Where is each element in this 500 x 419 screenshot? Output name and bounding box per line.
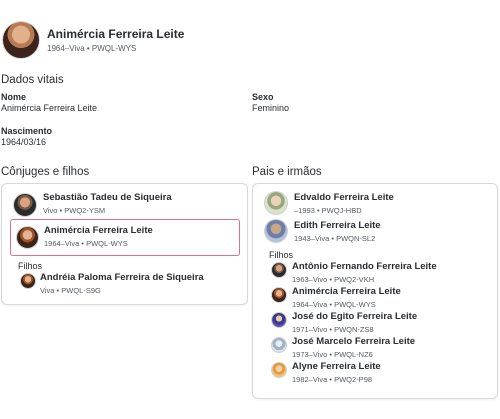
sibling-sub: 1963–Vivo • PWQ2-VKH [292,275,375,284]
spouse-avatar [13,193,37,217]
father-avatar [264,191,288,215]
sibling-entry[interactable]: Alyne Ferreira Leite 1982–Viva • PWQ2-P9… [292,361,381,384]
self-avatar [16,226,39,249]
sibling-sub: 1982–Viva • PWQ2-P98 [292,375,373,384]
sibling-sub: 1971–Vivo • PWQN-ZS8 [292,325,374,334]
spouses-title: Cônjuges e filhos [1,166,90,178]
spouse-children-label: Filhos [18,261,43,271]
spouse-entry[interactable]: Sebastião Tadeu de Siqueira Vivo • PWQ2-… [43,192,172,215]
sex-label: Sexo [252,92,274,102]
sibling-avatar [271,337,287,353]
sibling-avatar [271,287,287,303]
birth-label: Nascimento [1,126,53,136]
mother-sub: 1943–Viva • PWQN-SL2 [294,234,376,243]
father-entry[interactable]: Edvaldo Ferreira Leite –1993 • PWQJ-HBD [294,192,394,215]
name-value: Animércia Ferreira Leite [1,103,98,113]
sibling-avatar [271,362,287,378]
sibling-entry[interactable]: Animércia Ferreira Leite 1964–Viva • PWQ… [292,286,401,309]
mother-entry[interactable]: Edith Ferreira Leite 1943–Viva • PWQN-SL… [294,220,381,243]
sibling-entry[interactable]: José Marcelo Ferreira Leite 1973–Vivo • … [292,336,415,359]
mother-avatar [264,219,288,243]
person-subtitle: 1964–Viva • PWQL-WYS [47,44,137,53]
sibling-name[interactable]: José Marcelo Ferreira Leite [292,336,415,347]
sibling-name[interactable]: Antônio Fernando Ferreira Leite [292,261,437,272]
child-avatar [20,273,36,289]
mother-name[interactable]: Edith Ferreira Leite [294,220,381,231]
self-sub: 1964–Viva • PWQL-WYS [44,239,128,248]
sibling-entry[interactable]: José do Egito Ferreira Leite 1971–Vivo •… [292,311,417,334]
father-name[interactable]: Edvaldo Ferreira Leite [294,192,394,203]
sibling-sub: 1973–Vivo • PWQL-NZ6 [292,350,373,359]
child-name[interactable]: Andréia Paloma Ferreira de Siqueira [40,272,204,283]
child-entry[interactable]: Andréia Paloma Ferreira de Siqueira Viva… [40,272,204,295]
person-name: Animércia Ferreira Leite [47,27,185,41]
sex-value: Feminino [252,103,290,113]
spouse-name[interactable]: Sebastião Tadeu de Siqueira [43,192,172,203]
parents-card: Edvaldo Ferreira Leite –1993 • PWQJ-HBD … [252,183,498,399]
siblings-label: Filhos [269,250,294,260]
sibling-sub: 1964–Viva • PWQL-WYS [292,300,376,309]
sibling-avatar [271,312,287,328]
selected-person-box[interactable]: Animércia Ferreira Leite 1964–Viva • PWQ… [10,219,240,256]
self-name[interactable]: Animércia Ferreira Leite [44,225,153,236]
person-avatar [2,21,40,59]
sibling-name[interactable]: José do Egito Ferreira Leite [292,311,417,322]
sibling-name[interactable]: Alyne Ferreira Leite [292,361,381,372]
father-sub: –1993 • PWQJ-HBD [294,206,362,215]
self-entry[interactable]: Animércia Ferreira Leite 1964–Viva • PWQ… [44,225,153,248]
birth-value: 1964/03/16 [1,137,47,147]
name-label: Nome [1,92,27,102]
sibling-avatar [271,262,287,278]
parents-title: Pais e irmãos [252,166,322,178]
sibling-entry[interactable]: Antônio Fernando Ferreira Leite 1963–Viv… [292,261,437,284]
spouse-sub: Vivo • PWQ2-YSM [43,206,106,215]
child-sub: Viva • PWQL-S9G [40,286,101,295]
vitals-title: Dados vitais [1,74,64,86]
sibling-name[interactable]: Animércia Ferreira Leite [292,286,401,297]
spouses-card: Sebastião Tadeu de Siqueira Vivo • PWQ2-… [1,183,248,305]
